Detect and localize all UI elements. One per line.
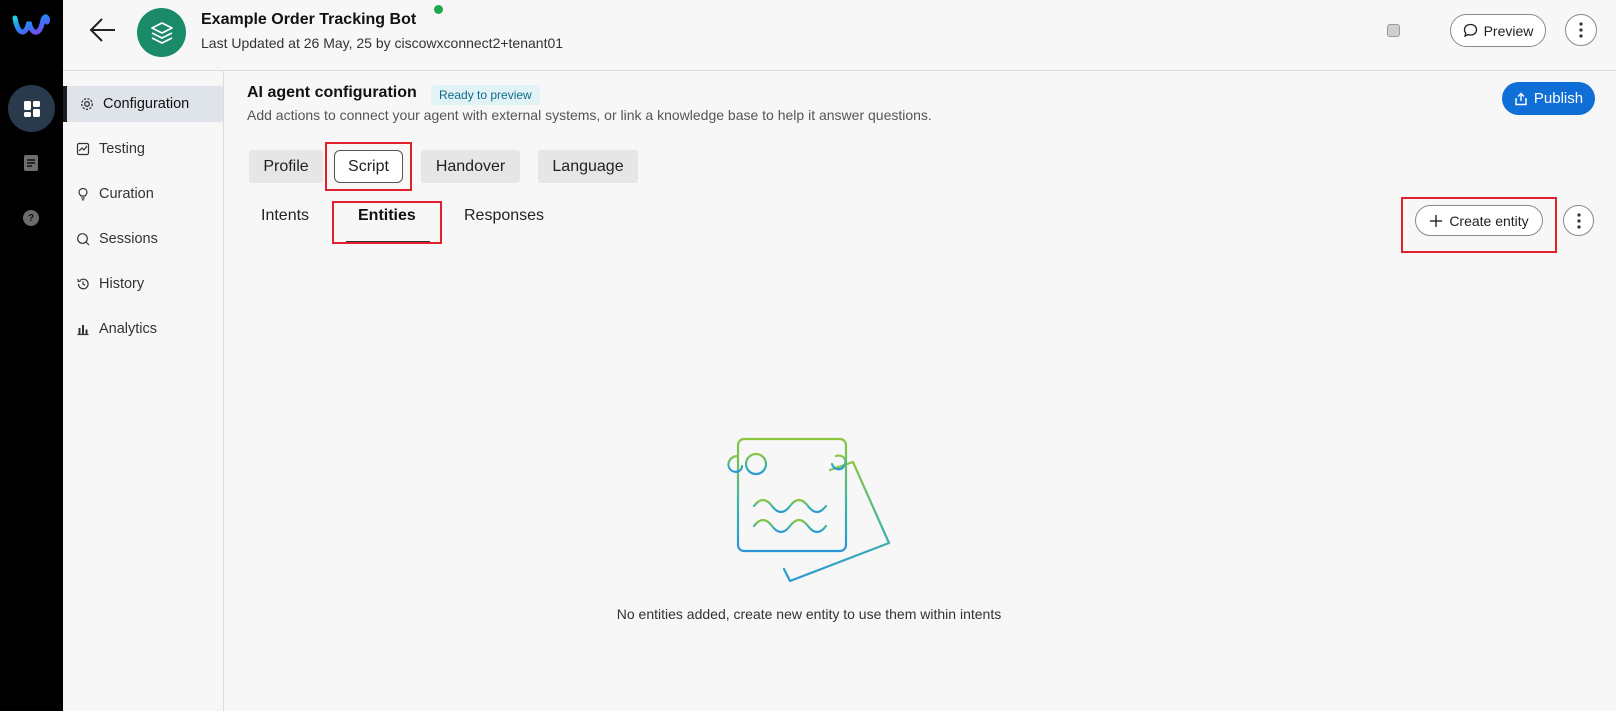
layers-icon bbox=[150, 21, 173, 44]
testing-icon bbox=[76, 142, 90, 156]
active-subtab-indicator bbox=[346, 241, 430, 243]
preview-label: Preview bbox=[1483, 22, 1534, 39]
webex-logo-icon[interactable] bbox=[12, 12, 50, 40]
gear-icon bbox=[80, 97, 94, 111]
online-status-indicator bbox=[434, 5, 443, 14]
sidebar-item-label: Configuration bbox=[103, 96, 190, 112]
sidebar-item-label: Analytics bbox=[99, 321, 158, 337]
entities-more-button[interactable] bbox=[1563, 205, 1594, 236]
share-icon bbox=[1515, 92, 1527, 105]
tab-profile[interactable]: Profile bbox=[249, 150, 323, 183]
create-entity-label: Create entity bbox=[1449, 212, 1529, 229]
tab-script[interactable]: Script bbox=[334, 150, 403, 183]
sessions-icon bbox=[76, 232, 90, 246]
empty-state-illustration bbox=[718, 436, 893, 586]
last-updated-text: Last Updated at 26 May, 25 by ciscowxcon… bbox=[201, 35, 564, 51]
document-icon bbox=[24, 155, 38, 171]
calendar-icon[interactable] bbox=[1387, 24, 1400, 37]
dashboard-nav-button[interactable] bbox=[8, 85, 55, 132]
sidebar-item-label: History bbox=[99, 276, 145, 292]
vertical-ellipsis-icon bbox=[1579, 22, 1583, 38]
publish-label: Publish bbox=[1533, 90, 1584, 107]
page-title: AI agent configuration bbox=[247, 84, 417, 101]
sidebar-item-configuration[interactable]: Configuration bbox=[63, 86, 223, 122]
subtab-intents[interactable]: Intents bbox=[261, 207, 309, 225]
create-entity-button[interactable]: Create entity bbox=[1415, 205, 1543, 236]
sidebar-item-analytics[interactable]: Analytics bbox=[63, 311, 223, 347]
tab-handover[interactable]: Handover bbox=[421, 150, 520, 183]
dashboard-icon bbox=[23, 100, 40, 117]
subtab-responses[interactable]: Responses bbox=[464, 207, 544, 225]
sidebar-item-label: Sessions bbox=[99, 231, 158, 247]
document-nav-button[interactable] bbox=[22, 154, 40, 172]
back-arrow-icon[interactable] bbox=[87, 14, 119, 46]
app-header: Example Order Tracking Bot Last Updated … bbox=[63, 0, 1616, 71]
lightbulb-icon bbox=[76, 187, 90, 201]
sidebar-item-label: Testing bbox=[99, 141, 145, 157]
help-icon[interactable]: ? bbox=[23, 210, 39, 226]
tab-language[interactable]: Language bbox=[538, 150, 638, 183]
page-description: Add actions to connect your agent with e… bbox=[247, 107, 932, 123]
vertical-ellipsis-icon bbox=[1576, 212, 1581, 229]
subtab-entities[interactable]: Entities bbox=[358, 207, 416, 225]
secondary-sidebar: Configuration Testing Curation Sessions … bbox=[63, 71, 224, 711]
plus-icon bbox=[1430, 214, 1443, 227]
analytics-icon bbox=[76, 322, 90, 336]
status-badge: Ready to preview bbox=[431, 85, 540, 105]
sidebar-item-curation[interactable]: Curation bbox=[63, 176, 223, 212]
bot-avatar bbox=[137, 8, 186, 57]
sidebar-item-sessions[interactable]: Sessions bbox=[63, 221, 223, 257]
bot-name: Example Order Tracking Bot bbox=[201, 11, 417, 28]
more-options-button[interactable] bbox=[1565, 14, 1597, 46]
history-icon bbox=[76, 277, 90, 291]
app-rail: ? bbox=[0, 0, 63, 711]
main-content: AI agent configuration Ready to preview … bbox=[224, 71, 1616, 711]
sidebar-item-label: Curation bbox=[99, 186, 154, 202]
empty-state-message: No entities added, create new entity to … bbox=[616, 606, 1002, 622]
sidebar-item-testing[interactable]: Testing bbox=[63, 131, 223, 167]
publish-button[interactable]: Publish bbox=[1502, 82, 1595, 115]
sidebar-item-history[interactable]: History bbox=[63, 266, 223, 302]
chat-bubble-icon bbox=[1463, 23, 1477, 38]
preview-button[interactable]: Preview bbox=[1450, 14, 1546, 47]
